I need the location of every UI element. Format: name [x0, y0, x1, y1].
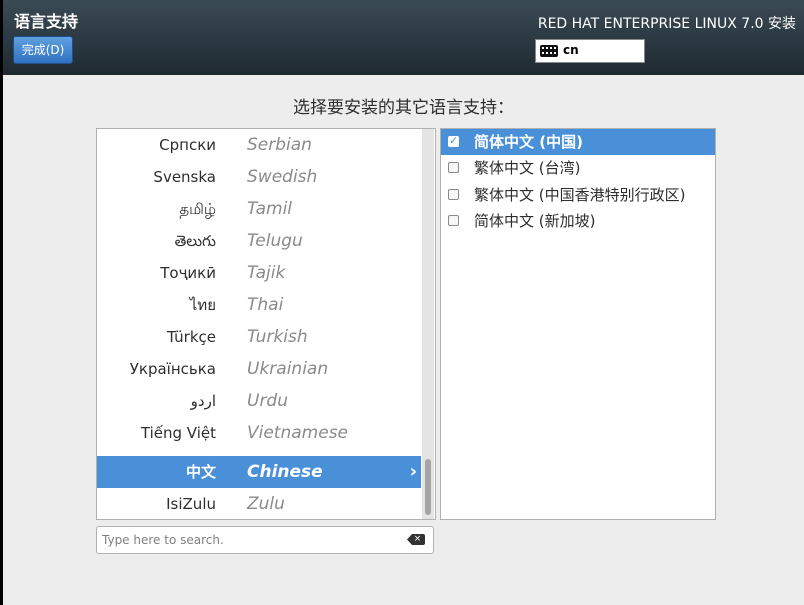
- language-english-name: Thai: [247, 295, 284, 315]
- search-input[interactable]: [100, 529, 404, 551]
- locale-checkbox[interactable]: [448, 215, 459, 226]
- language-support-prompt: 选择要安装的其它语言支持：: [293, 98, 514, 118]
- locale-checkbox[interactable]: [448, 134, 459, 147]
- language-native-name: اردو: [190, 392, 216, 410]
- language-native-name: Українська: [129, 360, 216, 378]
- keyboard-layout-label: cn: [563, 43, 579, 57]
- language-english-name: Serbian: [247, 135, 312, 155]
- keyboard-icon: [540, 45, 558, 57]
- language-english-name: Tajik: [247, 263, 286, 283]
- locale-label: 简体中文 (新加坡): [474, 212, 596, 230]
- language-english-name: Swedish: [247, 167, 318, 187]
- language-list: Српски Serbian Svenska Swedish தமிழ் Tam…: [96, 128, 436, 520]
- language-row-tamil[interactable]: தமிழ் Tamil: [97, 193, 421, 225]
- language-english-name: Urdu: [247, 391, 288, 411]
- main-content: 选择要安装的其它语言支持： Српски Serbian Svenska Swe…: [3, 75, 804, 605]
- language-native-name: ไทย: [189, 296, 216, 314]
- language-english-name: Turkish: [247, 327, 308, 347]
- language-row-vietnamese[interactable]: Tiếng Việt Vietnamese: [97, 417, 421, 449]
- language-row-serbian[interactable]: Српски Serbian: [97, 129, 421, 161]
- language-native-name: తెలుగు: [174, 232, 216, 250]
- locale-list: 简体中文 (中国) 繁体中文 (台湾) 繁体中文 (中国香港特别行政区) 简体中…: [440, 128, 716, 520]
- installer-window: 语言支持 完成(D) RED HAT ENTERPRISE LINUX 7.0 …: [0, 0, 804, 605]
- language-row-thai[interactable]: ไทย Thai: [97, 289, 421, 321]
- language-native-name: Тоҷикӣ: [160, 264, 216, 282]
- language-english-name: Vietnamese: [247, 423, 349, 443]
- language-native-name: தமிழ்: [179, 200, 216, 218]
- language-english-name: Telugu: [247, 231, 303, 251]
- done-button[interactable]: 完成(D): [13, 36, 73, 64]
- language-native-name: Tiếng Việt: [140, 424, 216, 442]
- language-native-name: Српски: [159, 136, 216, 154]
- language-search-box[interactable]: ×: [96, 526, 434, 554]
- language-english-name: Chinese: [247, 462, 323, 482]
- language-native-name: Svenska: [153, 168, 216, 186]
- scrollbar-thumb[interactable]: [425, 459, 431, 515]
- locale-label: 繁体中文 (中国香港特别行政区): [474, 186, 686, 204]
- language-english-name: Ukrainian: [247, 359, 329, 379]
- language-list-scrollbar[interactable]: [422, 129, 434, 519]
- locale-row[interactable]: 简体中文 (新加坡): [441, 208, 715, 234]
- locale-checkbox[interactable]: [448, 189, 459, 200]
- locale-row[interactable]: 繁体中文 (中国香港特别行政区): [441, 182, 715, 208]
- language-native-name: IsiZulu: [166, 495, 216, 513]
- language-row-turkish[interactable]: Türkçe Turkish: [97, 321, 421, 353]
- product-title: RED HAT ENTERPRISE LINUX 7.0 安装: [537, 16, 796, 32]
- chevron-right-icon: ›: [409, 461, 417, 482]
- locale-row[interactable]: 繁体中文 (台湾): [441, 155, 715, 181]
- language-row-ukrainian[interactable]: Українська Ukrainian: [97, 353, 421, 385]
- locale-label: 繁体中文 (台湾): [474, 159, 581, 177]
- language-row-zulu[interactable]: IsiZulu Zulu: [97, 488, 421, 519]
- language-native-name: 中文: [185, 463, 216, 481]
- language-row-urdu[interactable]: اردو Urdu: [97, 385, 421, 417]
- locale-checkbox[interactable]: [448, 162, 459, 173]
- header-bar: 语言支持 完成(D) RED HAT ENTERPRISE LINUX 7.0 …: [3, 0, 804, 75]
- locale-row[interactable]: 简体中文 (中国): [441, 129, 715, 155]
- language-native-name: Türkçe: [167, 328, 216, 346]
- locale-label: 简体中文 (中国): [474, 133, 583, 151]
- keyboard-layout-indicator[interactable]: cn: [535, 39, 645, 63]
- clear-text-icon[interactable]: ×: [407, 534, 425, 545]
- language-english-name: Tamil: [247, 199, 293, 219]
- language-row-swedish[interactable]: Svenska Swedish: [97, 161, 421, 193]
- language-row-telugu[interactable]: తెలుగు Telugu: [97, 225, 421, 257]
- language-row-chinese[interactable]: 中文 Chinese ›: [97, 456, 421, 488]
- page-title: 语言支持: [14, 12, 79, 31]
- language-row-tajik[interactable]: Тоҷикӣ Tajik: [97, 257, 421, 289]
- language-english-name: Zulu: [247, 494, 285, 514]
